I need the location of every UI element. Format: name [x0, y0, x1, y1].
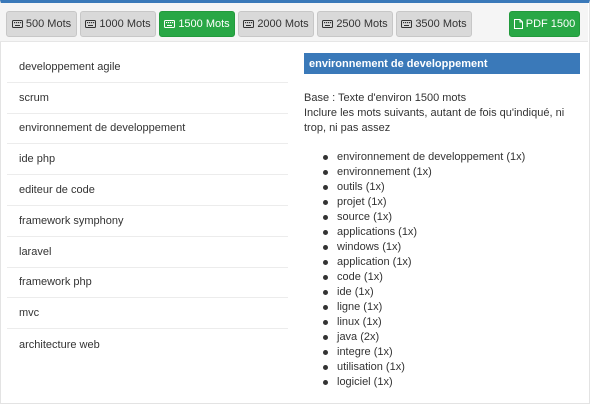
keyword-item: java (2x) — [320, 330, 570, 345]
pdf-download-button[interactable]: PDF 1500 — [509, 11, 580, 37]
bullet-icon — [323, 380, 328, 385]
keyword-text: code (1x) — [337, 271, 383, 283]
sidebar-item-ide-php[interactable]: ide php — [7, 144, 288, 176]
bullet-icon — [323, 335, 328, 340]
keyword-item: application (1x) — [320, 255, 570, 270]
btn-2000-mots-label: 2000 Mots — [257, 18, 309, 30]
keyword-item: outils (1x) — [320, 180, 570, 195]
bullet-icon — [323, 275, 328, 280]
sidebar-item-framework-php[interactable]: framework php — [7, 268, 288, 299]
keyword-text: java (2x) — [337, 331, 380, 343]
keyboard-icon — [164, 20, 176, 28]
btn-2500-mots[interactable]: 2500 Mots — [317, 11, 393, 37]
keyboard-icon — [322, 20, 334, 28]
keyword-text: logiciel (1x) — [337, 376, 393, 388]
sidebar-item-developpement-agile[interactable]: developpement agile — [7, 52, 288, 83]
keyword-text: linux (1x) — [337, 316, 382, 328]
keyword-item: utilisation (1x) — [320, 360, 570, 375]
sidebar-item-framework-symphony[interactable]: framework symphony — [7, 206, 288, 237]
bullet-icon — [323, 155, 328, 160]
keyword-item: linux (1x) — [320, 315, 570, 330]
file-pdf-icon — [513, 19, 523, 29]
keyboard-icon — [85, 20, 97, 28]
sidebar-item-label: environnement de developpement — [19, 122, 186, 135]
word-count-toolbar: 500 Mots 1000 Mots 1500 Mots 2000 Mots 2… — [0, 3, 588, 42]
keyword-item: windows (1x) — [320, 240, 570, 255]
keyword-text: utilisation (1x) — [337, 361, 405, 373]
btn-1500-mots-label: 1500 Mots — [178, 18, 230, 30]
btn-500-mots[interactable]: 500 Mots — [6, 11, 77, 37]
keyword-text: environnement de developpement (1x) — [337, 151, 526, 163]
bullet-icon — [323, 185, 328, 190]
keyword-item: code (1x) — [320, 270, 570, 285]
bullet-icon — [323, 290, 328, 295]
bullet-icon — [323, 245, 328, 250]
keyboard-icon — [401, 20, 413, 28]
sidebar-item-label: ide php — [19, 153, 56, 166]
keyword-item: integre (1x) — [320, 345, 570, 360]
sidebar-item-label: framework symphony — [19, 214, 124, 227]
keyboard-icon — [11, 20, 23, 28]
bullet-icon — [323, 365, 328, 370]
keyword-list: environnement de developpement (1x) envi… — [320, 150, 570, 390]
keyword-item: environnement de developpement (1x) — [320, 150, 570, 165]
keyword-text: windows (1x) — [337, 241, 402, 253]
sidebar-item-label: laravel — [19, 245, 52, 258]
sidebar-item-label: developpement agile — [19, 60, 121, 73]
bullet-icon — [323, 305, 328, 310]
pdf-download-label: PDF 1500 — [525, 18, 576, 30]
panel-description: Base : Texte d'environ 1500 mots Inclure… — [304, 91, 580, 136]
bullet-icon — [323, 230, 328, 235]
base-line-text: Base : Texte d'environ 1500 mots — [304, 92, 467, 104]
keyword-text: projet (1x) — [337, 196, 387, 208]
sidebar-item-scrum[interactable]: scrum — [7, 83, 288, 114]
keyword-text: outils (1x) — [337, 181, 385, 193]
keyword-item: ligne (1x) — [320, 300, 570, 315]
bullet-icon — [323, 260, 328, 265]
btn-1000-mots-label: 1000 Mots — [99, 18, 151, 30]
sidebar-item-label: architecture web — [19, 338, 100, 351]
keyword-item: ide (1x) — [320, 285, 570, 300]
keyword-text: environnement (1x) — [337, 166, 432, 178]
sidebar-item-architecture-web[interactable]: architecture web — [7, 329, 288, 360]
btn-3500-mots[interactable]: 3500 Mots — [396, 11, 472, 37]
panel-title-text: environnement de developpement — [309, 57, 488, 70]
btn-1500-mots[interactable]: 1500 Mots — [159, 11, 235, 37]
sidebar-item-label: framework php — [19, 276, 92, 289]
keyword-item: applications (1x) — [320, 225, 570, 240]
bullet-icon — [323, 170, 328, 175]
keyword-text: ide (1x) — [337, 286, 374, 298]
keyword-text: integre (1x) — [337, 346, 393, 358]
sidebar-item-label: mvc — [19, 307, 40, 320]
btn-2500-mots-label: 2500 Mots — [336, 18, 388, 30]
keyword-text: ligne (1x) — [337, 301, 383, 313]
sidebar-item-environnement-de-developpement[interactable]: environnement de developpement — [7, 114, 288, 145]
bullet-icon — [323, 215, 328, 220]
keyword-text: source (1x) — [337, 211, 393, 223]
sidebar-item-label: scrum — [19, 91, 49, 104]
keyword-item: logiciel (1x) — [320, 375, 570, 390]
keyword-sidebar: developpement agile scrum environnement … — [7, 52, 288, 360]
keyword-text: applications (1x) — [337, 226, 418, 238]
keyword-item: environnement (1x) — [320, 165, 570, 180]
bullet-icon — [323, 350, 328, 355]
sidebar-item-label: editeur de code — [19, 184, 95, 197]
keyword-item: source (1x) — [320, 210, 570, 225]
bullet-icon — [323, 320, 328, 325]
instruction-text: Inclure les mots suivants, autant de foi… — [304, 107, 565, 134]
sidebar-item-laravel[interactable]: laravel — [7, 237, 288, 268]
bullet-icon — [323, 200, 328, 205]
panel-title: environnement de developpement — [304, 53, 580, 74]
btn-1000-mots[interactable]: 1000 Mots — [80, 11, 156, 37]
sidebar-item-mvc[interactable]: mvc — [7, 298, 288, 330]
keyboard-icon — [243, 20, 255, 28]
keyword-text: application (1x) — [337, 256, 412, 268]
btn-3500-mots-label: 3500 Mots — [415, 18, 467, 30]
btn-500-mots-label: 500 Mots — [25, 18, 72, 30]
btn-2000-mots[interactable]: 2000 Mots — [238, 11, 314, 37]
keyword-item: projet (1x) — [320, 195, 570, 210]
sidebar-item-editeur-de-code[interactable]: editeur de code — [7, 175, 288, 206]
